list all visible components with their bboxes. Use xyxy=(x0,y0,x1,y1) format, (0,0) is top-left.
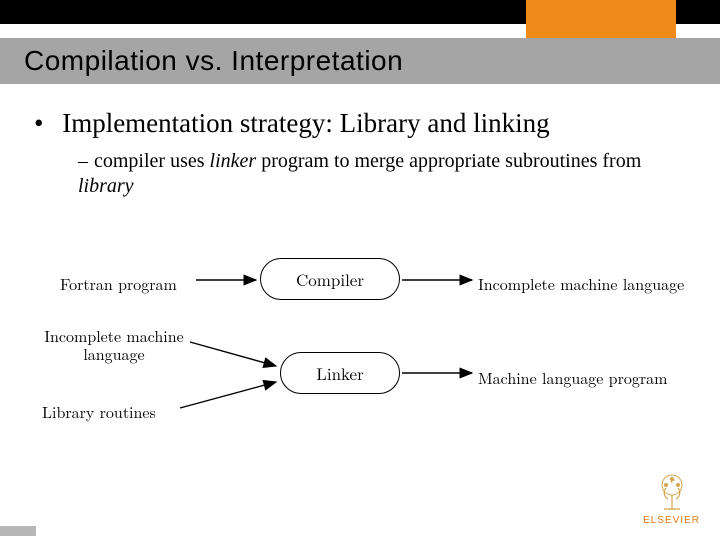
arrows-svg xyxy=(0,242,720,472)
content-area: Implementation strategy: Library and lin… xyxy=(26,108,694,199)
slide: Compilation vs. Interpretation Implement… xyxy=(0,0,720,540)
footer-grey-bar xyxy=(0,526,36,536)
bullet-level1: Implementation strategy: Library and lin… xyxy=(34,108,694,139)
sub-mid: program to merge appropriate subroutines… xyxy=(256,150,641,172)
sub-italic-linker: linker xyxy=(210,150,257,172)
tree-icon xyxy=(650,469,694,513)
title-bar: Compilation vs. Interpretation xyxy=(0,38,720,84)
sub-italic-library: library xyxy=(78,175,134,197)
bullet1-text: Implementation strategy: Library and lin… xyxy=(62,108,549,138)
slide-title: Compilation vs. Interpretation xyxy=(24,45,403,77)
elsevier-logo: ELSEVIER xyxy=(643,469,700,526)
sub-pre: compiler uses xyxy=(94,150,210,172)
bullet-level2: –compiler uses linker program to merge a… xyxy=(78,149,694,199)
logo-text: ELSEVIER xyxy=(643,515,700,526)
flow-diagram: Fortran program Compiler Incomplete mach… xyxy=(0,242,720,472)
dash-icon: – xyxy=(78,150,88,172)
